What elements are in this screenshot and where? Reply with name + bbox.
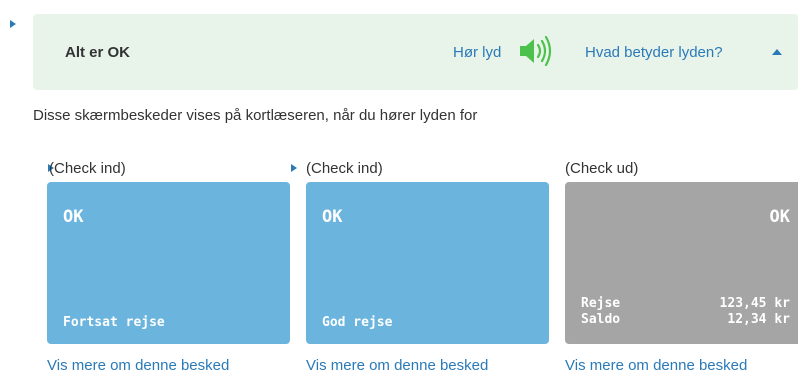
card-label: (Check ind) bbox=[306, 160, 383, 177]
balance-value: 12,34 kr bbox=[727, 312, 790, 327]
card-bottom-text: Fortsat rejse bbox=[63, 315, 165, 330]
status-panel: Alt er OK Hør lyd Hvad betyder lyden? bbox=[33, 14, 798, 90]
description-text: Disse skærmbeskeder vises på kortlæseren… bbox=[33, 107, 478, 124]
balance-label: Saldo bbox=[581, 312, 621, 327]
card-label: (Check ud) bbox=[565, 160, 639, 177]
message-card-checkout: OK Rejse 123,45 kr Saldo 12,34 kr bbox=[565, 182, 798, 344]
hear-sound-link[interactable]: Hør lyd bbox=[453, 44, 501, 61]
message-card-checkin-continue: OK Fortsat rejse bbox=[47, 182, 290, 344]
show-more-link[interactable]: Vis mere om denne besked bbox=[47, 357, 229, 374]
card-ok-text: OK bbox=[63, 207, 84, 227]
message-card-checkin-new: OK God rejse bbox=[306, 182, 549, 344]
show-more-link[interactable]: Vis mere om denne besked bbox=[565, 357, 747, 374]
card-ok-text: OK bbox=[322, 207, 343, 227]
what-does-sound-mean-link[interactable]: Hvad betyder lyden? bbox=[585, 44, 723, 61]
speaker-icon[interactable] bbox=[518, 36, 554, 66]
status-title: Alt er OK bbox=[65, 44, 131, 61]
balance-row: Saldo 12,34 kr bbox=[581, 312, 790, 327]
card-label: (Check ind) bbox=[49, 160, 126, 177]
card-ok-text: OK bbox=[769, 207, 790, 227]
caret-up-icon[interactable] bbox=[772, 49, 782, 55]
card-bottom-text: God rejse bbox=[322, 315, 393, 330]
show-more-link[interactable]: Vis mere om denne besked bbox=[306, 357, 488, 374]
trip-row: Rejse 123,45 kr bbox=[581, 296, 790, 311]
trip-label: Rejse bbox=[581, 296, 621, 311]
expand-arrow-icon[interactable] bbox=[291, 164, 297, 172]
expand-arrow-icon[interactable] bbox=[10, 20, 16, 28]
trip-value: 123,45 kr bbox=[719, 296, 790, 311]
